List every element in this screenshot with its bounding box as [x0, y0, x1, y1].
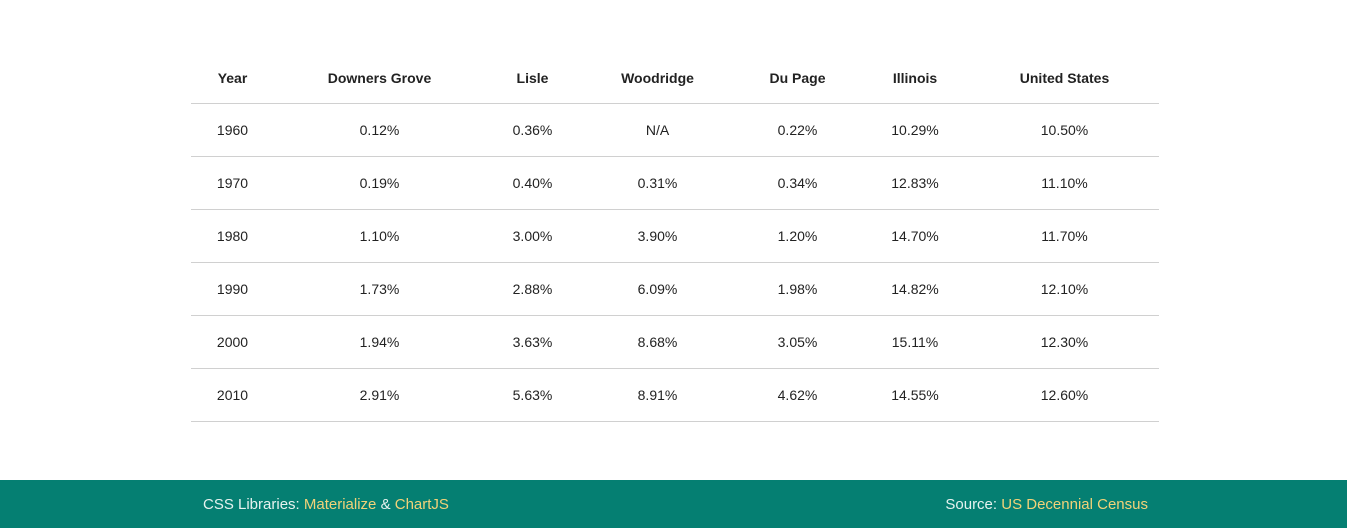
cell-du-page: 3.05% — [735, 315, 860, 369]
cell-woodridge: N/A — [580, 103, 735, 157]
cell-illinois: 15.11% — [860, 315, 970, 369]
table-row: 1970 0.19% 0.40% 0.31% 0.34% 12.83% 11.1… — [191, 156, 1159, 210]
cell-year: 1980 — [191, 209, 274, 263]
cell-woodridge: 6.09% — [580, 262, 735, 316]
table-row: 1990 1.73% 2.88% 6.09% 1.98% 14.82% 12.1… — [191, 262, 1159, 316]
site-footer: CSS Libraries: Materialize & ChartJS Sou… — [0, 480, 1347, 528]
header-lisle: Lisle — [485, 52, 580, 104]
header-woodridge: Woodridge — [580, 52, 735, 104]
cell-woodridge: 0.31% — [580, 156, 735, 210]
cell-year: 2010 — [191, 368, 274, 422]
cell-lisle: 5.63% — [485, 368, 580, 422]
cell-year: 1960 — [191, 103, 274, 157]
cell-woodridge: 8.91% — [580, 368, 735, 422]
cell-lisle: 2.88% — [485, 262, 580, 316]
cell-year: 1990 — [191, 262, 274, 316]
cell-du-page: 0.22% — [735, 103, 860, 157]
table-row: 1980 1.10% 3.00% 3.90% 1.20% 14.70% 11.7… — [191, 209, 1159, 263]
source-label: Source: — [945, 496, 1002, 513]
cell-du-page: 4.62% — [735, 368, 860, 422]
cell-du-page: 0.34% — [735, 156, 860, 210]
table-row: 2010 2.91% 5.63% 8.91% 4.62% 14.55% 12.6… — [191, 368, 1159, 422]
cell-lisle: 3.00% — [485, 209, 580, 263]
materialize-link[interactable]: Materialize — [304, 496, 377, 513]
header-united-states: United States — [970, 52, 1159, 104]
cell-du-page: 1.98% — [735, 262, 860, 316]
cell-united-states: 12.10% — [970, 262, 1159, 316]
page: Year Downers Grove Lisle Woodridge Du Pa… — [0, 0, 1347, 528]
header-year: Year — [191, 52, 274, 104]
cell-lisle: 0.36% — [485, 103, 580, 157]
cell-united-states: 11.70% — [970, 209, 1159, 263]
cell-lisle: 3.63% — [485, 315, 580, 369]
chartjs-link[interactable]: ChartJS — [395, 496, 449, 513]
cell-united-states: 11.10% — [970, 156, 1159, 210]
header-du-page: Du Page — [735, 52, 860, 104]
cell-downers-grove: 1.94% — [274, 315, 485, 369]
cell-downers-grove: 0.12% — [274, 103, 485, 157]
cell-illinois: 14.70% — [860, 209, 970, 263]
cell-downers-grove: 0.19% — [274, 156, 485, 210]
cell-united-states: 10.50% — [970, 103, 1159, 157]
libraries-label: CSS Libraries: — [203, 496, 304, 513]
table-row: 1960 0.12% 0.36% N/A 0.22% 10.29% 10.50% — [191, 103, 1159, 157]
cell-united-states: 12.60% — [970, 368, 1159, 422]
cell-du-page: 1.20% — [735, 209, 860, 263]
cell-downers-grove: 2.91% — [274, 368, 485, 422]
cell-woodridge: 8.68% — [580, 315, 735, 369]
header-downers-grove: Downers Grove — [274, 52, 485, 104]
cell-downers-grove: 1.10% — [274, 209, 485, 263]
cell-illinois: 14.82% — [860, 262, 970, 316]
ampersand: & — [376, 496, 395, 513]
cell-illinois: 10.29% — [860, 103, 970, 157]
footer-source: Source: US Decennial Census — [945, 496, 1148, 513]
header-illinois: Illinois — [860, 52, 970, 104]
cell-year: 1970 — [191, 156, 274, 210]
cell-downers-grove: 1.73% — [274, 262, 485, 316]
census-source-link[interactable]: US Decennial Census — [1001, 496, 1148, 513]
table-header-row: Year Downers Grove Lisle Woodridge Du Pa… — [191, 52, 1159, 104]
cell-year: 2000 — [191, 315, 274, 369]
cell-illinois: 12.83% — [860, 156, 970, 210]
cell-lisle: 0.40% — [485, 156, 580, 210]
cell-united-states: 12.30% — [970, 315, 1159, 369]
cell-woodridge: 3.90% — [580, 209, 735, 263]
table-row: 2000 1.94% 3.63% 8.68% 3.05% 15.11% 12.3… — [191, 315, 1159, 369]
cell-illinois: 14.55% — [860, 368, 970, 422]
data-table: Year Downers Grove Lisle Woodridge Du Pa… — [191, 52, 1159, 422]
footer-libraries: CSS Libraries: Materialize & ChartJS — [203, 496, 449, 513]
